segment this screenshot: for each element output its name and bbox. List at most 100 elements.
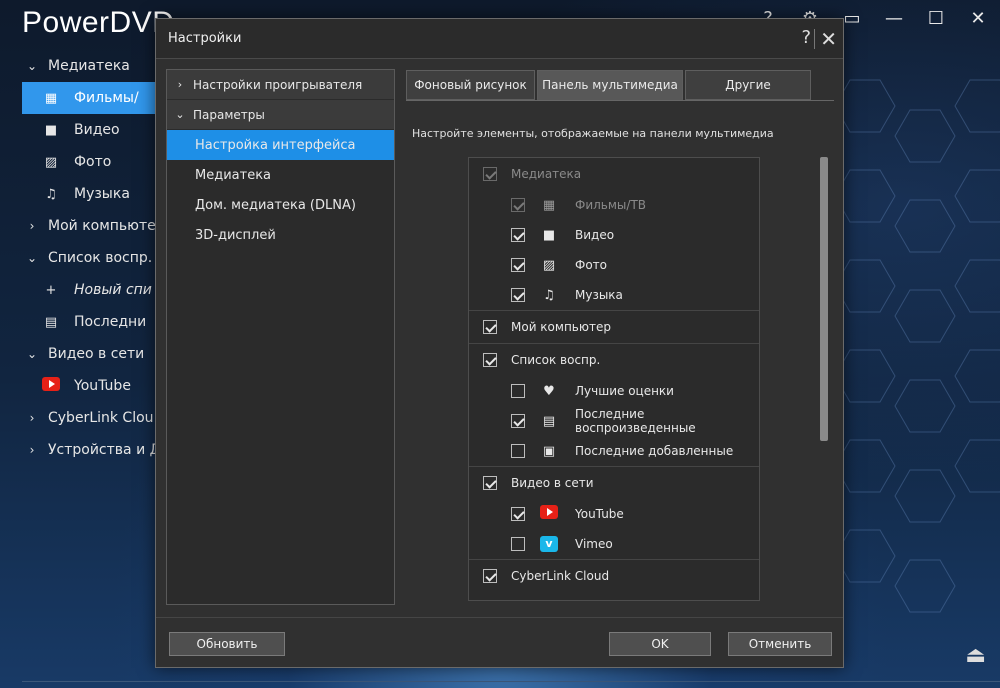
dialog-help-icon[interactable]: ? xyxy=(801,27,811,48)
scrollbar-thumb[interactable] xyxy=(820,157,828,441)
refresh-button[interactable]: Обновить xyxy=(169,632,285,656)
youtube-icon xyxy=(540,505,558,519)
list-item-my-computer[interactable]: Мой компьютер xyxy=(469,311,759,343)
chevron-right-icon: › xyxy=(177,78,183,91)
group-library: Медиатека ▦ Фильмы/ТВ ■ Видео ▨ Фото ♫ М… xyxy=(469,158,759,311)
sidebar-item-library[interactable]: ⌄ Медиатека xyxy=(22,50,162,82)
recent-played-icon: ▤ xyxy=(542,413,556,429)
tree-item-3d-display[interactable]: 3D-дисплей xyxy=(167,220,394,250)
list-item-video[interactable]: ■ Видео xyxy=(469,220,759,250)
app-sidebar: ⌄ Медиатека ▦ Фильмы/ ■ Видео ▨ Фото ♫ Музыка… xyxy=(22,50,162,466)
sidebar-item-youtube[interactable]: YouTube xyxy=(22,370,162,402)
sidebar-item-devices[interactable]: › Устройства и Д xyxy=(22,434,162,466)
recent-icon: ▤ xyxy=(44,314,58,330)
eject-icon[interactable]: ⏏ xyxy=(965,643,986,668)
checkbox-recently-added[interactable] xyxy=(511,444,525,458)
chevron-down-icon: ⌄ xyxy=(26,251,38,265)
settings-dialog: Настройки ? ✕ › Настройки проигрывателя ⌄… xyxy=(155,18,844,668)
chevron-down-icon: ⌄ xyxy=(26,347,38,361)
list-item-online-video[interactable]: Видео в сети xyxy=(469,467,759,499)
list-scrollbar[interactable] xyxy=(820,157,828,601)
ok-button[interactable]: OK xyxy=(609,632,711,656)
film-icon: ▦ xyxy=(542,197,556,213)
plus-icon: + xyxy=(45,282,57,298)
tab-background[interactable]: Фоновый рисунок xyxy=(406,70,535,100)
checkbox-music[interactable] xyxy=(511,288,525,302)
sidebar-item-video[interactable]: ■ Видео xyxy=(22,114,162,146)
app-bottom-border xyxy=(22,681,1000,682)
minimize-icon[interactable]: — xyxy=(884,8,904,29)
list-item-music[interactable]: ♫ Музыка xyxy=(469,280,759,310)
film-icon: ▦ xyxy=(44,90,58,106)
tree-item-parameters[interactable]: ⌄ Параметры xyxy=(167,100,394,130)
chevron-right-icon: › xyxy=(29,443,35,457)
checkbox-my-computer[interactable] xyxy=(483,320,497,334)
settings-tree: › Настройки проигрывателя ⌄ Параметры Наст… xyxy=(166,69,395,605)
tree-item-interface[interactable]: Настройка интерфейса xyxy=(167,130,394,160)
tv-mode-icon[interactable]: ▭ xyxy=(842,8,862,29)
chevron-right-icon: › xyxy=(29,411,35,425)
list-item-recently-added[interactable]: ▣ Последние добавленные xyxy=(469,436,759,466)
sidebar-item-music[interactable]: ♫ Музыка xyxy=(22,178,162,210)
sidebar-item-playlists[interactable]: ⌄ Список воспр. xyxy=(22,242,162,274)
sidebar-item-online-video[interactable]: ⌄ Видео в сети xyxy=(22,338,162,370)
checkbox-playlists[interactable] xyxy=(483,353,497,367)
cancel-button[interactable]: Отменить xyxy=(728,632,832,656)
media-panel-list: Медиатека ▦ Фильмы/ТВ ■ Видео ▨ Фото ♫ М… xyxy=(468,157,760,601)
list-item-vimeo[interactable]: v Vimeo xyxy=(469,529,759,559)
dialog-footer-divider xyxy=(156,617,843,618)
sidebar-item-recent[interactable]: ▤ Последни xyxy=(22,306,162,338)
group-playlists: Список воспр. ♥ Лучшие оценки ▤ Последни… xyxy=(469,344,759,467)
group-my-computer: Мой компьютер xyxy=(469,311,759,344)
list-item-photo[interactable]: ▨ Фото xyxy=(469,250,759,280)
list-item-movies-tv: ▦ Фильмы/ТВ xyxy=(469,190,759,220)
list-item-library: Медиатека xyxy=(469,158,759,190)
heart-icon: ♥ xyxy=(543,383,555,399)
checkbox-video[interactable] xyxy=(511,228,525,242)
sidebar-item-cyberlink-cloud[interactable]: › CyberLink Clou xyxy=(22,402,162,434)
close-app-icon[interactable]: ✕ xyxy=(968,8,988,29)
checkbox-library xyxy=(483,167,497,181)
sidebar-item-new-playlist[interactable]: + Новый спи xyxy=(22,274,162,306)
dialog-close-icon[interactable]: ✕ xyxy=(820,27,837,51)
music-icon: ♫ xyxy=(543,287,555,303)
checkbox-youtube[interactable] xyxy=(511,507,525,521)
list-item-playlists[interactable]: Список воспр. xyxy=(469,344,759,376)
chevron-down-icon: ⌄ xyxy=(175,108,185,121)
list-item-cyberlink-cloud[interactable]: CyberLink Cloud xyxy=(469,560,759,592)
tab-other[interactable]: Другие xyxy=(685,70,811,100)
tree-item-player-settings[interactable]: › Настройки проигрывателя xyxy=(167,70,394,100)
sidebar-item-my-computer[interactable]: › Мой компьюте xyxy=(22,210,162,242)
maximize-icon[interactable]: ☐ xyxy=(926,8,946,29)
tab-underline xyxy=(406,100,834,101)
tree-item-dlna[interactable]: Дом. медиатека (DLNA) xyxy=(167,190,394,220)
dialog-titlebar: Настройки ? ✕ xyxy=(156,19,843,59)
photo-icon: ▨ xyxy=(542,257,556,273)
chevron-right-icon: › xyxy=(29,219,35,233)
list-item-recently-played[interactable]: ▤ Последние воспроизведенные xyxy=(469,406,759,436)
recent-added-icon: ▣ xyxy=(542,443,556,459)
tab-media-panel[interactable]: Панель мультимедиа xyxy=(537,70,683,100)
dialog-title: Настройки xyxy=(168,31,242,46)
checkbox-top-rated[interactable] xyxy=(511,384,525,398)
hex-pattern-decoration xyxy=(834,79,1000,613)
sidebar-item-photo[interactable]: ▨ Фото xyxy=(22,146,162,178)
tree-item-library[interactable]: Медиатека xyxy=(167,160,394,190)
video-icon: ■ xyxy=(542,227,556,243)
app-title: PowerDVD xyxy=(22,6,175,39)
titlebar-separator xyxy=(814,29,815,49)
checkbox-movies-tv xyxy=(511,198,525,212)
checkbox-cyberlink-cloud[interactable] xyxy=(483,569,497,583)
checkbox-recently-played[interactable] xyxy=(511,414,525,428)
group-online-video: Видео в сети YouTube v Vimeo xyxy=(469,467,759,560)
photo-icon: ▨ xyxy=(44,154,58,170)
checkbox-online-video[interactable] xyxy=(483,476,497,490)
checkbox-vimeo[interactable] xyxy=(511,537,525,551)
music-icon: ♫ xyxy=(45,186,57,202)
youtube-icon xyxy=(42,377,60,391)
sidebar-item-movies[interactable]: ▦ Фильмы/ xyxy=(22,82,162,114)
checkbox-photo[interactable] xyxy=(511,258,525,272)
vimeo-icon: v xyxy=(540,536,558,552)
list-item-youtube[interactable]: YouTube xyxy=(469,499,759,529)
list-item-top-rated[interactable]: ♥ Лучшие оценки xyxy=(469,376,759,406)
